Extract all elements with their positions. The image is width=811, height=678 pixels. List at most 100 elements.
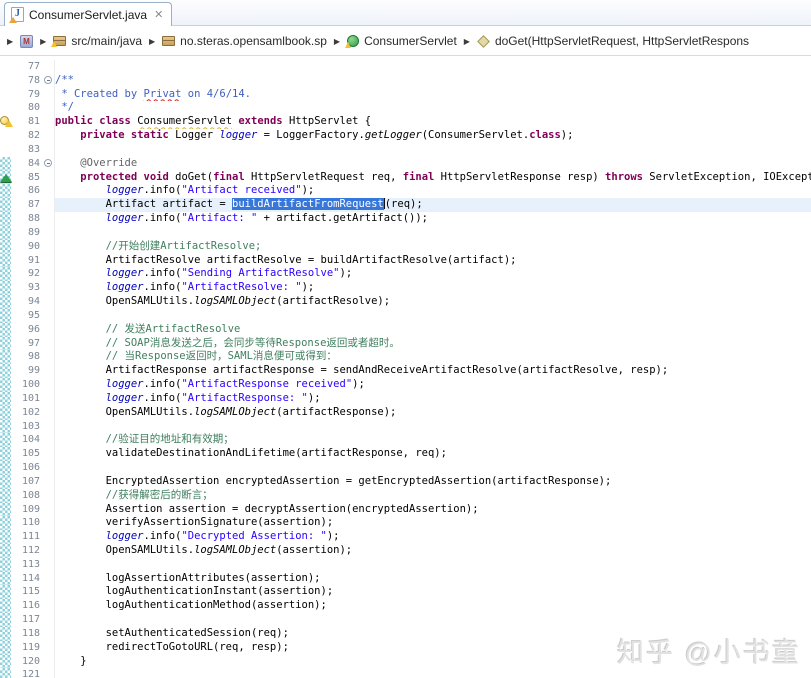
line-number[interactable]: 78 [11, 74, 42, 88]
line-number[interactable]: 88 [11, 212, 42, 226]
line-number[interactable]: 114 [11, 572, 42, 586]
code-line[interactable]: 114 logAssertionAttributes(assertion); [0, 571, 811, 586]
line-number[interactable]: 79 [11, 88, 42, 102]
code-text[interactable]: OpenSAMLUtils.logSAMLObject(artifactResp… [55, 406, 811, 420]
code-line[interactable]: 107 EncryptedAssertion encryptedAssertio… [0, 474, 811, 489]
code-line[interactable]: 87 Artifact artifact = buildArtifactFrom… [0, 198, 811, 213]
code-line[interactable]: 109 Assertion assertion = decryptAsserti… [0, 502, 811, 517]
code-text[interactable] [55, 613, 811, 627]
line-number[interactable]: 116 [11, 599, 42, 613]
line-number[interactable]: 93 [11, 281, 42, 295]
code-text[interactable]: ArtifactResolve artifactResolve = buildA… [55, 254, 811, 268]
line-number[interactable]: 112 [11, 544, 42, 558]
line-number[interactable]: 90 [11, 240, 42, 254]
line-number[interactable]: 115 [11, 585, 42, 599]
code-text[interactable]: public class ConsumerServlet extends Htt… [55, 115, 811, 129]
override-indicator-icon[interactable] [0, 173, 12, 182]
chevron-right-icon[interactable]: ▶ [334, 37, 340, 46]
code-line[interactable]: 82 private static Logger logger = Logger… [0, 129, 811, 143]
line-number[interactable]: 80 [11, 101, 42, 115]
code-text[interactable]: logger.info("ArtifactResolve: "); [55, 281, 811, 295]
code-line[interactable]: 97 // SOAP消息发送之后，会同步等待Response返回或者超时。 [0, 336, 811, 351]
code-line[interactable]: 108 //获得解密后的断言； [0, 488, 811, 503]
line-number[interactable]: 85 [11, 171, 42, 185]
line-number[interactable]: 91 [11, 254, 42, 268]
line-number[interactable]: 117 [11, 613, 42, 627]
code-text[interactable]: /** [55, 74, 811, 88]
code-text[interactable]: ArtifactResponse artifactResponse = send… [55, 364, 811, 378]
code-text[interactable] [55, 226, 811, 240]
code-line[interactable]: 100 logger.info("ArtifactResponse receiv… [0, 378, 811, 392]
code-line[interactable]: 89 [0, 225, 811, 240]
code-line[interactable]: 106 [0, 461, 811, 475]
code-line[interactable]: 80 */ [0, 101, 811, 116]
line-number[interactable]: 101 [11, 392, 42, 406]
breadcrumb-item-class[interactable]: ConsumerServlet [345, 34, 457, 48]
code-text[interactable] [55, 420, 811, 434]
line-number[interactable]: 110 [11, 516, 42, 530]
line-number[interactable]: 118 [11, 627, 42, 641]
code-text[interactable] [55, 143, 811, 157]
line-number[interactable]: 94 [11, 295, 42, 309]
code-line[interactable]: 90 //开始创建ArtifactResolve; [0, 239, 811, 254]
code-line[interactable]: 94 OpenSAMLUtils.logSAMLObject(artifactR… [0, 295, 811, 309]
code-text[interactable]: logger.info("ArtifactResponse received")… [55, 378, 811, 392]
code-text[interactable] [55, 558, 811, 572]
code-line[interactable]: 102 OpenSAMLUtils.logSAMLObject(artifact… [0, 405, 811, 420]
line-number[interactable]: 105 [11, 447, 42, 461]
code-text[interactable]: logAuthenticationMethod(assertion); [55, 599, 811, 613]
line-number[interactable]: 96 [11, 323, 42, 337]
code-text[interactable]: //开始创建ArtifactResolve; [55, 240, 811, 254]
line-number[interactable]: 108 [11, 489, 42, 503]
code-text[interactable]: OpenSAMLUtils.logSAMLObject(artifactReso… [55, 295, 811, 309]
code-line[interactable]: 101 logger.info("ArtifactResponse: "); [0, 391, 811, 406]
chevron-right-icon[interactable]: ▶ [7, 37, 13, 46]
code-text[interactable]: //获得解密后的断言； [55, 489, 811, 503]
line-number[interactable]: 104 [11, 433, 42, 447]
line-number[interactable]: 119 [11, 641, 42, 655]
line-number[interactable]: 120 [11, 655, 42, 669]
line-number[interactable]: 98 [11, 350, 42, 364]
code-text[interactable]: logger.info("Sending ArtifactResolve"); [55, 267, 811, 281]
code-text[interactable]: // SOAP消息发送之后，会同步等待Response返回或者超时。 [55, 337, 811, 351]
code-text[interactable]: //验证目的地址和有效期； [55, 433, 811, 447]
code-line[interactable]: 99 ArtifactResponse artifactResponse = s… [0, 364, 811, 379]
code-line[interactable]: 111 logger.info("Decrypted Assertion: ")… [0, 530, 811, 544]
line-number[interactable]: 84 [11, 157, 42, 171]
code-line[interactable]: 117 [0, 613, 811, 627]
code-line[interactable]: 78 /** [0, 73, 811, 88]
code-text[interactable]: logger.info("ArtifactResponse: "); [55, 392, 811, 406]
code-line[interactable]: 112 OpenSAMLUtils.logSAMLObject(assertio… [0, 543, 811, 558]
code-line[interactable]: 84 @Override [0, 156, 811, 171]
chevron-right-icon[interactable]: ▶ [464, 37, 470, 46]
code-text[interactable]: EncryptedAssertion encryptedAssertion = … [55, 475, 811, 489]
code-text[interactable] [55, 461, 811, 475]
code-line[interactable]: 93 logger.info("ArtifactResolve: "); [0, 281, 811, 296]
line-number[interactable]: 111 [11, 530, 42, 544]
code-text[interactable]: logAssertionAttributes(assertion); [55, 572, 811, 586]
line-number[interactable]: 83 [11, 143, 42, 157]
code-text[interactable]: // 发送ArtifactResolve [55, 323, 811, 337]
code-line[interactable]: 103 [0, 419, 811, 434]
code-text[interactable]: private static Logger logger = LoggerFac… [55, 129, 811, 143]
code-line[interactable]: 115 logAuthenticationInstant(assertion); [0, 585, 811, 600]
line-number[interactable]: 102 [11, 406, 42, 420]
code-editor[interactable]: 77 78/** 79 * Created by Privat on 4/6/14.… [0, 56, 811, 678]
line-number[interactable]: 109 [11, 503, 42, 517]
code-line[interactable]: 104 //验证目的地址和有效期； [0, 433, 811, 448]
breadcrumb-item-source-folder[interactable]: src/main/java [51, 34, 142, 48]
code-text[interactable] [55, 309, 811, 323]
line-number[interactable]: 82 [11, 129, 42, 143]
line-number[interactable]: 100 [11, 378, 42, 392]
code-text[interactable]: logger.info("Decrypted Assertion: "); [55, 530, 811, 544]
close-icon[interactable]: ✕ [154, 8, 163, 21]
line-number[interactable]: 89 [11, 226, 42, 240]
collapse-icon[interactable] [44, 159, 52, 168]
code-text[interactable]: OpenSAMLUtils.logSAMLObject(assertion); [55, 544, 811, 558]
code-line[interactable]: 86 logger.info("Artifact received"); [0, 184, 811, 199]
line-number[interactable]: 97 [11, 337, 42, 351]
code-line[interactable]: 116 logAuthenticationMethod(assertion); [0, 599, 811, 614]
code-line[interactable]: 92 logger.info("Sending ArtifactResolve"… [0, 267, 811, 282]
code-line[interactable]: 105 validateDestinationAndLifetime(artif… [0, 447, 811, 462]
code-text[interactable]: @Override [55, 157, 811, 171]
